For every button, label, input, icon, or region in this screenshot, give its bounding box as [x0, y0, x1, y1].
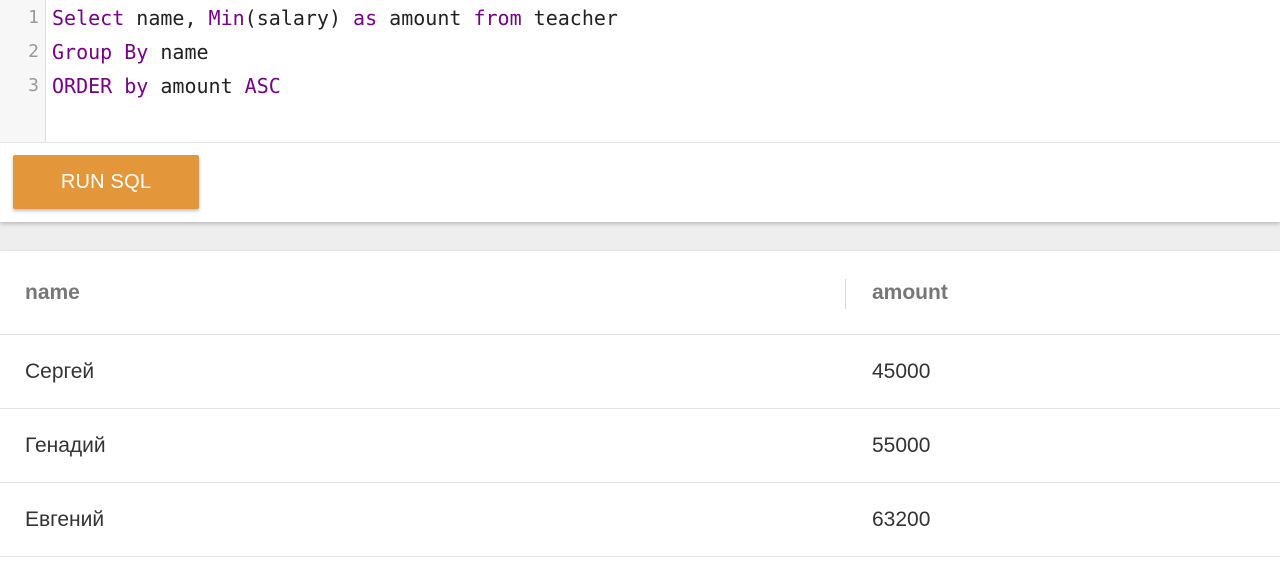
amount-cell: 45000 [872, 359, 931, 383]
sql-text: amount [377, 6, 474, 30]
table-row: Сергей 45000 [0, 335, 1280, 409]
sql-keyword: Min [208, 6, 245, 30]
line-number-2: 2 [28, 41, 39, 62]
sql-keyword: ASC [244, 74, 281, 98]
sql-keyword: Group By [52, 40, 149, 64]
sql-keyword: as [353, 6, 378, 30]
column-divider[interactable] [845, 279, 846, 309]
amount-cell: 63200 [872, 507, 931, 531]
name-cell: Евгений [25, 507, 105, 531]
sql-keyword: ORDER by [52, 74, 149, 98]
sql-text: name, [124, 6, 209, 30]
name-cell: Сергей [25, 359, 95, 383]
sql-line-3[interactable]: ORDER by amount ASC [52, 69, 281, 103]
query-results-table: name amount Сергей 45000 Генадий 55000 Е… [0, 251, 1280, 563]
sql-line-1[interactable]: Select name, Min(salary) as amount from … [52, 1, 618, 35]
sql-keyword: Select [52, 6, 125, 30]
sql-editor-panel: 1 2 3 Select name, Min(salary) as amount… [0, 0, 1280, 222]
sql-line-2[interactable]: Group By name [52, 35, 209, 69]
table-row: Генадий 55000 [0, 409, 1280, 483]
column-header-amount[interactable]: amount [872, 251, 1232, 334]
amount-cell: 55000 [872, 433, 931, 457]
line-number-gutter: 1 2 3 [0, 0, 46, 142]
table-row: Евгений 63200 [0, 483, 1280, 557]
sql-text: name [148, 40, 209, 64]
sql-keyword: from [473, 6, 522, 30]
column-header-name[interactable]: name [25, 251, 805, 334]
run-sql-button[interactable]: RUN SQL [13, 155, 199, 209]
line-number-1: 1 [28, 7, 39, 28]
sql-text: teacher [521, 6, 618, 30]
sql-code-editor[interactable]: 1 2 3 Select name, Min(salary) as amount… [0, 0, 1280, 143]
name-cell: Генадий [25, 433, 106, 457]
line-number-3: 3 [28, 75, 39, 96]
sql-text: amount [148, 74, 245, 98]
sql-text: (salary) [244, 6, 354, 30]
table-header-row: name amount [0, 251, 1280, 335]
